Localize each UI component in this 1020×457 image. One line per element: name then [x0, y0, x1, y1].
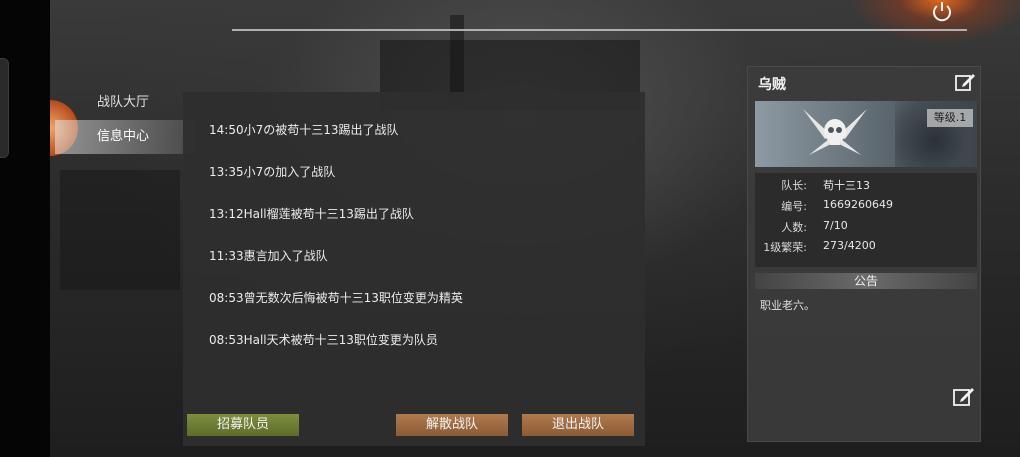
message-item: 13:12Hall榴莲被苟十三13踢出了战队 — [209, 207, 414, 221]
message-item: 08:53Hall天术被苟十三13职位变更为队员 — [209, 333, 438, 347]
edit-team-name-button[interactable] — [954, 71, 976, 93]
recruit-button[interactable]: 招募队员 — [187, 414, 299, 436]
prosperity-value: 273/4200 — [823, 239, 876, 252]
screen-bezel — [0, 0, 50, 457]
message-item: 14:50小7の被苟十三13踢出了战队 — [209, 123, 399, 137]
power-button[interactable] — [928, 0, 956, 24]
team-id-label: 编号: — [781, 200, 807, 213]
team-banner: 等级.1 — [755, 101, 977, 167]
nav-item-info-center[interactable]: 信息中心 — [55, 120, 195, 154]
edit-icon — [955, 74, 975, 91]
members-value: 7/10 — [823, 219, 848, 232]
power-icon — [933, 2, 951, 22]
team-name: 乌贼 — [758, 77, 786, 93]
prosperity-label: 1级繁荣: — [763, 241, 807, 254]
message-item: 08:53曾无数次后悔被苟十三13职位变更为精英 — [209, 291, 463, 305]
background-tree — [60, 170, 180, 290]
notice-title: 公告 — [755, 273, 977, 289]
team-id-value: 1669260649 — [823, 198, 893, 211]
captain-label: 队长: — [781, 179, 807, 192]
message-item: 11:33惠言加入了战队 — [209, 249, 328, 263]
disband-team-button[interactable]: 解散战队 — [396, 414, 508, 436]
team-stats: 队长: 苟十三13 编号: 1669260649 人数: 7/10 1级繁荣: … — [755, 173, 977, 267]
notice-text: 职业老六。 — [760, 299, 815, 312]
nav-item-team-hall[interactable]: 战队大厅 — [55, 86, 195, 120]
members-label: 人数: — [781, 221, 807, 234]
message-item: 13:35小7の加入了战队 — [209, 165, 336, 179]
skull-emblem-icon — [803, 109, 867, 155]
edit-icon — [953, 388, 974, 406]
message-panel: 14:50小7の被苟十三13踢出了战队 13:35小7の加入了战队 13:12H… — [183, 92, 645, 446]
quit-team-button[interactable]: 退出战队 — [522, 414, 634, 436]
nav-item-label: 战队大厅 — [97, 95, 150, 110]
bezel-notch — [0, 58, 9, 158]
nav-item-label: 信息中心 — [97, 129, 150, 144]
header-divider — [232, 29, 967, 31]
edit-notice-button[interactable] — [952, 385, 976, 407]
team-info-card: 乌贼 等级.1 队长: 苟十三13 编号: 1669260649 人数: 7/1… — [747, 66, 981, 442]
team-level-badge: 等级.1 — [927, 109, 973, 127]
captain-value: 苟十三13 — [823, 179, 870, 192]
